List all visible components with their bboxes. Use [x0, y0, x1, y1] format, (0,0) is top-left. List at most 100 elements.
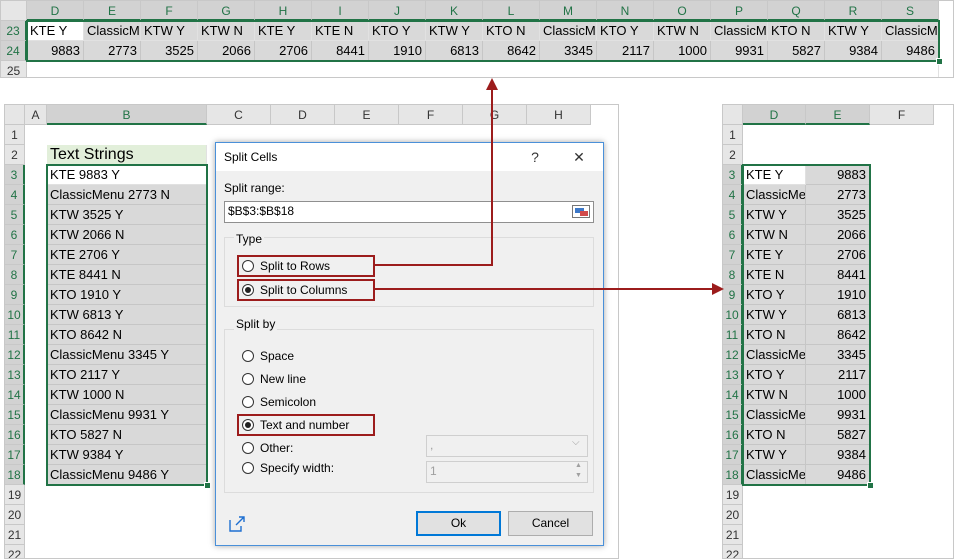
grid-cell[interactable]: ClassicMe: [743, 405, 806, 425]
row-header[interactable]: 25: [1, 61, 27, 77]
grid-cell[interactable]: ClassicMe: [743, 185, 806, 205]
row-header[interactable]: 10: [723, 305, 743, 325]
grid-cell[interactable]: 1910: [369, 41, 426, 61]
grid-cell[interactable]: ClassicMe: [743, 465, 806, 485]
row-header[interactable]: 1: [5, 125, 25, 145]
row-header[interactable]: 22: [723, 545, 743, 558]
grid-cell[interactable]: KTE Y: [743, 165, 806, 185]
grid-cell[interactable]: KTE 2706 Y: [47, 245, 207, 265]
grid-cell[interactable]: KTO Y: [743, 285, 806, 305]
fill-handle[interactable]: [204, 482, 211, 489]
row-header[interactable]: 20: [5, 505, 25, 525]
grid-cell[interactable]: KTO N: [768, 21, 825, 41]
row-header[interactable]: 5: [5, 205, 25, 225]
grid-cell[interactable]: 2066: [198, 41, 255, 61]
row-header[interactable]: 11: [5, 325, 25, 345]
row-header[interactable]: 2: [5, 145, 25, 165]
row-header[interactable]: 12: [723, 345, 743, 365]
grid-cell[interactable]: 2773: [806, 185, 870, 205]
row-header[interactable]: 24: [1, 41, 27, 61]
grid-cell[interactable]: KTO Y: [597, 21, 654, 41]
fill-handle[interactable]: [867, 482, 874, 489]
radio-icon[interactable]: [242, 462, 254, 474]
row-header[interactable]: 23: [1, 21, 27, 41]
grid-cell[interactable]: 8642: [806, 325, 870, 345]
grid-cell[interactable]: ClassicM: [711, 21, 768, 41]
grid-cell[interactable]: KTW 6813 Y: [47, 305, 207, 325]
grid-cell[interactable]: KTW N: [654, 21, 711, 41]
row-header[interactable]: 5: [723, 205, 743, 225]
column-header[interactable]: H: [527, 105, 591, 125]
grid-cell[interactable]: 9384: [825, 41, 882, 61]
column-header[interactable]: H: [255, 1, 312, 21]
radio-icon[interactable]: [242, 260, 254, 272]
column-header[interactable]: K: [426, 1, 483, 21]
row-header[interactable]: 15: [723, 405, 743, 425]
fill-handle[interactable]: [936, 58, 943, 65]
row-header[interactable]: 9: [5, 285, 25, 305]
row-header[interactable]: 12: [5, 345, 25, 365]
grid-cell[interactable]: KTE 9883 Y: [47, 165, 207, 185]
column-header[interactable]: F: [870, 105, 934, 125]
column-header[interactable]: O: [654, 1, 711, 21]
row-header[interactable]: 22: [5, 545, 25, 558]
radio-semicolon[interactable]: Semicolon: [242, 394, 392, 412]
row-header[interactable]: 7: [723, 245, 743, 265]
row-header[interactable]: 4: [723, 185, 743, 205]
grid-cell[interactable]: 9883: [806, 165, 870, 185]
grid-cell[interactable]: 2117: [597, 41, 654, 61]
select-all-corner[interactable]: [5, 105, 25, 125]
grid-cell[interactable]: 8441: [312, 41, 369, 61]
column-header[interactable]: P: [711, 1, 768, 21]
column-header[interactable]: F: [141, 1, 198, 21]
column-header[interactable]: G: [463, 105, 527, 125]
column-header[interactable]: B: [47, 105, 207, 125]
row-header[interactable]: 2: [723, 145, 743, 165]
row-header[interactable]: 13: [723, 365, 743, 385]
row-header[interactable]: 18: [5, 465, 25, 485]
cancel-button[interactable]: Cancel: [508, 511, 593, 536]
row-header[interactable]: 7: [5, 245, 25, 265]
row-header[interactable]: 18: [723, 465, 743, 485]
grid-cell[interactable]: 9486: [882, 41, 939, 61]
grid-cell[interactable]: KTW Y: [743, 305, 806, 325]
column-header[interactable]: C: [207, 105, 271, 125]
row-header[interactable]: 11: [723, 325, 743, 345]
grid-cell[interactable]: KTO 5827 N: [47, 425, 207, 445]
grid-cell[interactable]: KTE Y: [255, 21, 312, 41]
select-all-corner[interactable]: [1, 1, 27, 21]
close-button[interactable]: ✕: [568, 147, 590, 167]
column-header[interactable]: I: [312, 1, 369, 21]
grid-cell[interactable]: 2773: [84, 41, 141, 61]
row-header[interactable]: 6: [723, 225, 743, 245]
grid-cell[interactable]: KTW N: [743, 385, 806, 405]
row-header[interactable]: 8: [723, 265, 743, 285]
grid-cell[interactable]: KTW 1000 N: [47, 385, 207, 405]
grid-cell[interactable]: 1000: [806, 385, 870, 405]
grid-cell[interactable]: ClassicMe: [743, 345, 806, 365]
grid-cell[interactable]: 3525: [806, 205, 870, 225]
grid-cell[interactable]: 1000: [654, 41, 711, 61]
column-header[interactable]: D: [743, 105, 806, 125]
spinner-down-icon[interactable]: ▼: [575, 472, 582, 479]
grid-cell[interactable]: KTW Y: [743, 445, 806, 465]
column-header[interactable]: J: [369, 1, 426, 21]
radio-selected-icon[interactable]: [242, 284, 254, 296]
grid-cell[interactable]: KTO N: [743, 425, 806, 445]
grid-cell[interactable]: KTO N: [483, 21, 540, 41]
grid-cell[interactable]: KTW N: [198, 21, 255, 41]
row-header[interactable]: 21: [723, 525, 743, 545]
row-header[interactable]: 14: [723, 385, 743, 405]
row-header[interactable]: 6: [5, 225, 25, 245]
grid-cell[interactable]: 6813: [806, 305, 870, 325]
row-header[interactable]: 15: [5, 405, 25, 425]
row-header[interactable]: 1: [723, 125, 743, 145]
spinner-up-icon[interactable]: ▲: [575, 462, 582, 469]
grid-cell[interactable]: ClassicMenu 9486 Y: [47, 465, 207, 485]
grid-cell[interactable]: 9931: [806, 405, 870, 425]
grid-cell[interactable]: 9486: [806, 465, 870, 485]
column-header[interactable]: S: [882, 1, 939, 21]
split-range-input[interactable]: $B$3:$B$18: [224, 201, 594, 223]
radio-split-to-columns[interactable]: Split to Columns: [242, 282, 392, 300]
grid-cell[interactable]: 9883: [27, 41, 84, 61]
